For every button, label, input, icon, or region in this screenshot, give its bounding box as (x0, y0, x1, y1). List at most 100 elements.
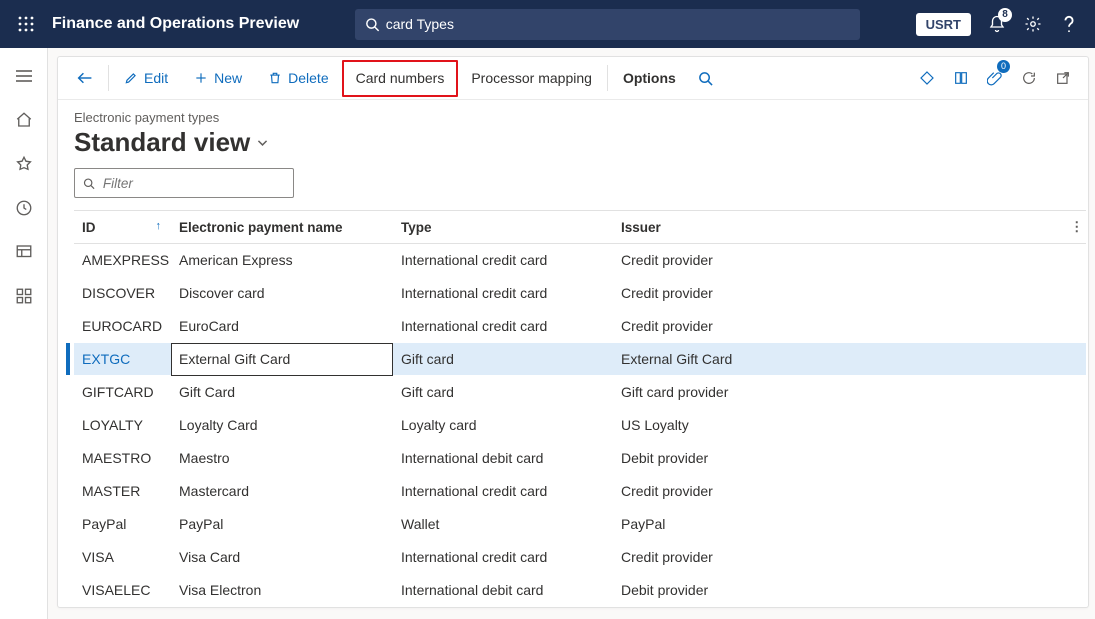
table-row[interactable]: VISAVisa CardInternational credit cardCr… (74, 541, 1086, 574)
hamburger-icon (15, 69, 33, 83)
quick-filter-input[interactable] (101, 175, 285, 192)
table-row[interactable]: MASTERMastercardInternational credit car… (74, 475, 1086, 508)
electronic-payment-grid[interactable]: ID↑ Electronic payment name Type Issuer … (74, 210, 1086, 607)
table-row[interactable]: GIFTCARDGift CardGift cardGift card prov… (74, 376, 1086, 409)
back-button[interactable] (64, 62, 106, 94)
column-header-type[interactable]: Type (393, 211, 613, 244)
column-header-issuer[interactable]: Issuer (613, 211, 1062, 244)
cell-id[interactable]: MAESTRO (74, 442, 171, 475)
processor-mapping-button[interactable]: Processor mapping (458, 62, 605, 94)
delete-button[interactable]: Delete (255, 62, 341, 94)
cell-issuer[interactable]: Debit provider (613, 442, 1062, 475)
cell-id[interactable]: EXTGC (74, 343, 171, 376)
nav-workspaces[interactable] (4, 232, 44, 272)
table-row[interactable]: PayPalPayPalWalletPayPal (74, 508, 1086, 541)
quick-filter[interactable] (74, 168, 294, 198)
card-numbers-button[interactable]: Card numbers (342, 60, 459, 97)
cell-issuer[interactable]: Credit provider (613, 277, 1062, 310)
help-button[interactable] (1051, 0, 1087, 48)
cell-empty (1062, 475, 1086, 508)
cell-issuer[interactable]: Gift card provider (613, 376, 1062, 409)
refresh-button[interactable] (1012, 62, 1046, 94)
table-row[interactable]: VISAELECVisa ElectronInternational debit… (74, 574, 1086, 607)
cell-type[interactable]: International credit card (393, 310, 613, 343)
cell-type[interactable]: International credit card (393, 541, 613, 574)
cell-name[interactable]: American Express (171, 244, 393, 277)
new-button[interactable]: New (181, 62, 255, 94)
cell-name[interactable]: PayPal (171, 508, 393, 541)
cell-name[interactable]: Maestro (171, 442, 393, 475)
table-row[interactable]: DISCOVERDiscover cardInternational credi… (74, 277, 1086, 310)
table-row[interactable]: EUROCARDEuroCardInternational credit car… (74, 310, 1086, 343)
attachments-button[interactable]: 0 (978, 62, 1012, 94)
cell-type[interactable]: Wallet (393, 508, 613, 541)
cell-empty (1062, 541, 1086, 574)
view-selector[interactable]: Standard view (74, 127, 1072, 158)
table-row[interactable]: EXTGCExternal Gift CardGift cardExternal… (74, 343, 1086, 376)
new-label: New (214, 70, 242, 86)
cell-type[interactable]: International credit card (393, 277, 613, 310)
cell-id[interactable]: GIFTCARD (74, 376, 171, 409)
cell-type[interactable]: International debit card (393, 574, 613, 607)
cell-issuer[interactable]: Debit provider (613, 574, 1062, 607)
app-launcher-button[interactable] (4, 0, 48, 48)
table-row[interactable]: AMEXPRESSAmerican ExpressInternational c… (74, 244, 1086, 277)
column-header-name[interactable]: Electronic payment name (171, 211, 393, 244)
cell-type[interactable]: International credit card (393, 475, 613, 508)
open-new-window-button[interactable] (944, 62, 978, 94)
notifications-button[interactable]: 8 (979, 0, 1015, 48)
environment-selector[interactable]: USRT (916, 13, 971, 36)
nav-expand-button[interactable] (4, 56, 44, 96)
cell-name[interactable]: EuroCard (171, 310, 393, 343)
cell-type[interactable]: International debit card (393, 442, 613, 475)
nav-modules[interactable] (4, 276, 44, 316)
cell-issuer[interactable]: Credit provider (613, 541, 1062, 574)
nav-home[interactable] (4, 100, 44, 140)
cell-name[interactable]: Gift Card (171, 376, 393, 409)
edit-button[interactable]: Edit (111, 62, 181, 94)
cell-empty (1062, 310, 1086, 343)
cell-id[interactable]: DISCOVER (74, 277, 171, 310)
options-button[interactable]: Options (610, 62, 689, 94)
cell-type[interactable]: Gift card (393, 343, 613, 376)
settings-button[interactable] (1015, 0, 1051, 48)
global-search[interactable] (355, 9, 860, 40)
popout-button[interactable] (1046, 62, 1080, 94)
cell-id[interactable]: AMEXPRESS (74, 244, 171, 277)
table-row[interactable]: LOYALTYLoyalty CardLoyalty cardUS Loyalt… (74, 409, 1086, 442)
cell-id[interactable]: VISA (74, 541, 171, 574)
global-search-input[interactable] (380, 15, 850, 33)
plus-icon (194, 71, 208, 85)
nav-recent[interactable] (4, 188, 44, 228)
cell-name[interactable]: External Gift Card (171, 343, 393, 376)
cell-type[interactable]: Loyalty card (393, 409, 613, 442)
table-row[interactable]: MAESTROMaestroInternational debit cardDe… (74, 442, 1086, 475)
popout-icon (1055, 70, 1071, 86)
cell-name[interactable]: Discover card (171, 277, 393, 310)
cell-empty (1062, 376, 1086, 409)
cell-name[interactable]: Loyalty Card (171, 409, 393, 442)
cell-issuer[interactable]: Credit provider (613, 244, 1062, 277)
chevron-down-icon (256, 136, 269, 149)
cell-issuer[interactable]: US Loyalty (613, 409, 1062, 442)
related-info-button[interactable] (910, 62, 944, 94)
cell-name[interactable]: Visa Card (171, 541, 393, 574)
cell-name[interactable]: Mastercard (171, 475, 393, 508)
cell-issuer[interactable]: Credit provider (613, 310, 1062, 343)
cell-id[interactable]: EUROCARD (74, 310, 171, 343)
cell-type[interactable]: Gift card (393, 376, 613, 409)
divider (108, 65, 109, 91)
cell-type[interactable]: International credit card (393, 244, 613, 277)
nav-favorites[interactable] (4, 144, 44, 184)
cell-issuer[interactable]: PayPal (613, 508, 1062, 541)
page-search-button[interactable] (689, 62, 723, 94)
cell-id[interactable]: MASTER (74, 475, 171, 508)
cell-issuer[interactable]: Credit provider (613, 475, 1062, 508)
cell-id[interactable]: VISAELEC (74, 574, 171, 607)
column-options-button[interactable]: ⋮ (1062, 211, 1086, 244)
cell-issuer[interactable]: External Gift Card (613, 343, 1062, 376)
column-header-id[interactable]: ID↑ (74, 211, 171, 244)
cell-id[interactable]: LOYALTY (74, 409, 171, 442)
cell-name[interactable]: Visa Electron (171, 574, 393, 607)
cell-id[interactable]: PayPal (74, 508, 171, 541)
